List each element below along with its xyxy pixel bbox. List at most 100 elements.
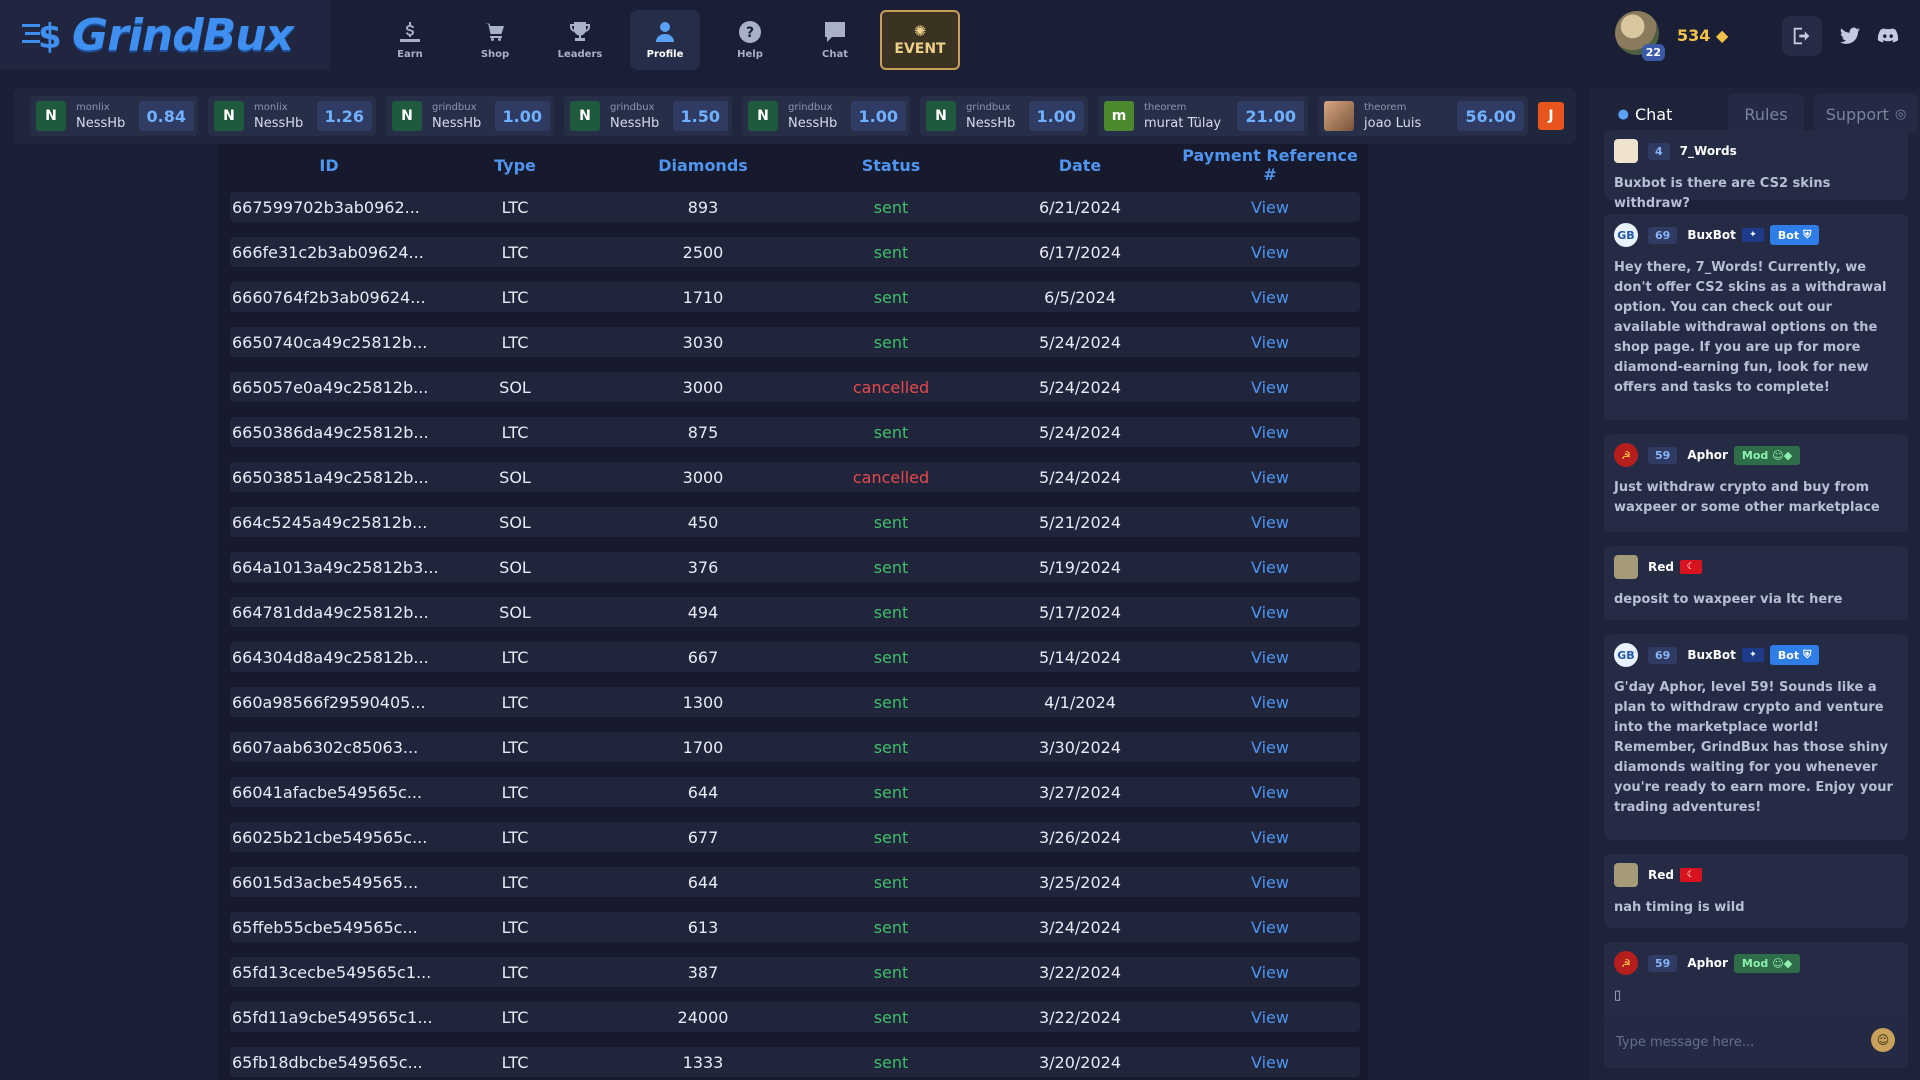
live-earnings-ticker: N monlix NessHb 0.84 N monlix NessHb 1.26 … — [14, 88, 1576, 144]
chat-avatar[interactable]: GB — [1614, 223, 1638, 247]
nav-shop[interactable]: Shop — [460, 10, 530, 70]
nav-earn[interactable]: Earn — [375, 10, 445, 70]
logout-button[interactable] — [1782, 16, 1822, 56]
ticker-source: grindbux — [432, 101, 477, 113]
view-link[interactable]: View — [1251, 513, 1289, 532]
withdrawal-diamonds: 24000 — [677, 1007, 729, 1027]
view-link[interactable]: View — [1251, 648, 1289, 667]
twitter-icon — [1839, 27, 1861, 44]
view-link[interactable]: View — [1251, 558, 1289, 577]
nav-help-label: Help — [737, 49, 763, 60]
withdrawal-status: sent — [873, 1052, 909, 1072]
chat-message: 4 7_Words Buxbot is there are CS2 skins wi… — [1604, 130, 1908, 211]
chat-avatar[interactable] — [1614, 555, 1638, 579]
ticker-avatar: N — [926, 101, 956, 131]
logo[interactable]: $ GrindBux — [0, 0, 330, 70]
withdrawal-diamonds: 1300 — [682, 692, 724, 712]
ticker-user: NessHb — [254, 115, 304, 131]
withdrawal-type: LTC — [501, 737, 529, 757]
col-payment-ref: Payment Reference # — [1182, 146, 1358, 184]
user-avatar[interactable]: 22 — [1615, 11, 1665, 61]
table-row: 666fe31c2b3ab09624... LTC 2500 sent 6/17/202… — [230, 237, 1360, 267]
chat-message: GB 69 BuxBot ✦ Bot ⛨ Hey there, 7_Words! Curre… — [1604, 214, 1908, 420]
withdrawal-diamonds: 376 — [687, 557, 719, 577]
nav-leaders[interactable]: Leaders — [545, 10, 615, 70]
chat-username[interactable]: Red — [1648, 560, 1674, 574]
withdrawal-diamonds: 3000 — [682, 467, 724, 487]
chat-message-text: Just withdraw crypto and buy from waxpee… — [1614, 480, 1880, 515]
chat-avatar[interactable]: GB — [1614, 643, 1638, 667]
chat-avatar[interactable] — [1614, 139, 1638, 163]
view-link[interactable]: View — [1251, 1053, 1289, 1072]
view-link[interactable]: View — [1251, 468, 1289, 487]
view-link[interactable]: View — [1251, 288, 1289, 307]
chat-message-header: ☭ 59 Aphor Mod ☺◆ — [1614, 951, 1898, 975]
withdrawal-diamonds: 644 — [687, 872, 719, 892]
view-link[interactable]: View — [1251, 783, 1289, 802]
view-link[interactable]: View — [1251, 738, 1289, 757]
withdrawal-type: LTC — [501, 422, 529, 442]
ticker-avatar: N — [214, 101, 244, 131]
tab-rules[interactable]: Rules — [1728, 94, 1804, 134]
chat-avatar[interactable]: ☭ — [1614, 951, 1638, 975]
australia-flag-icon: ✦ — [1741, 228, 1764, 242]
shield-icon: ⛨ — [1803, 648, 1812, 661]
diamond-icon: ◆ — [1715, 25, 1729, 45]
view-link[interactable]: View — [1251, 828, 1289, 847]
view-link[interactable]: View — [1251, 378, 1289, 397]
view-link[interactable]: View — [1251, 423, 1289, 442]
discord-button[interactable] — [1868, 16, 1908, 56]
withdrawal-date: 5/24/2024 — [1038, 422, 1122, 442]
chat-avatar[interactable]: ☭ — [1614, 443, 1638, 467]
view-link[interactable]: View — [1251, 333, 1289, 352]
chat-username[interactable]: Aphor — [1687, 448, 1728, 462]
chat-username[interactable]: Aphor — [1687, 956, 1728, 970]
view-link[interactable]: View — [1251, 873, 1289, 892]
withdrawal-status: sent — [873, 242, 909, 262]
table-row: 66503851a49c25812b... SOL 3000 cancelled 5/2… — [230, 462, 1360, 492]
withdrawal-date: 4/1/2024 — [1044, 692, 1116, 712]
badge-label: Bot — [1777, 648, 1800, 662]
tab-support[interactable]: Support ◎ — [1814, 94, 1918, 134]
chat-username[interactable]: 7_Words — [1680, 144, 1737, 158]
withdrawal-date: 3/26/2024 — [1038, 827, 1122, 847]
col-diamonds: Diamonds — [658, 155, 748, 175]
view-link[interactable]: View — [1251, 963, 1289, 982]
tab-rules-label: Rules — [1744, 104, 1788, 124]
withdrawal-status: sent — [873, 332, 909, 352]
chat-username[interactable]: Red — [1648, 868, 1674, 882]
twitter-button[interactable] — [1830, 16, 1870, 56]
nav-chat[interactable]: Chat — [800, 10, 870, 70]
user-icon — [656, 22, 674, 42]
chat-user-level: 4 — [1648, 142, 1670, 160]
emoji-button[interactable]: ☺ — [1871, 1028, 1895, 1052]
view-link[interactable]: View — [1251, 918, 1289, 937]
withdrawal-date: 5/24/2024 — [1038, 377, 1122, 397]
table-row: 66025b21cbe549565c... LTC 677 sent 3/26/2024… — [230, 822, 1360, 852]
chat-message-input[interactable] — [1604, 1016, 1908, 1068]
nav-help[interactable]: ? Help — [715, 10, 785, 70]
tab-chat[interactable]: ● Chat — [1600, 94, 1690, 134]
view-payment-link: View — [1180, 558, 1360, 577]
view-link[interactable]: View — [1251, 1008, 1289, 1027]
view-link[interactable]: View — [1251, 243, 1289, 262]
withdrawal-id: 6607aab6302c85063... — [232, 737, 419, 757]
chat-username[interactable]: BuxBot — [1687, 648, 1736, 662]
event-button[interactable]: ✺ EVENT — [880, 10, 960, 70]
view-link[interactable]: View — [1251, 603, 1289, 622]
view-link[interactable]: View — [1251, 198, 1289, 217]
nav-profile[interactable]: Profile — [630, 10, 700, 70]
view-link[interactable]: View — [1251, 693, 1289, 712]
ticker-item: N grindbux NessHb 1.00 — [742, 96, 910, 136]
withdrawal-date: 5/24/2024 — [1038, 332, 1122, 352]
table-header: ID Type Diamonds Status Date Payment Ref… — [230, 146, 1360, 184]
bot-badge: Bot ⛨ — [1769, 225, 1820, 245]
chat-message: ☭ 59 Aphor Mod ☺◆ Just withdraw crypto and bu… — [1604, 434, 1908, 532]
view-payment-link: View — [1180, 918, 1360, 937]
table-row: 6650386da49c25812b... LTC 875 sent 5/24/2024… — [230, 417, 1360, 447]
withdrawal-type: LTC — [501, 692, 529, 712]
withdrawal-date: 3/22/2024 — [1038, 1007, 1122, 1027]
withdrawal-diamonds: 893 — [687, 197, 719, 217]
chat-avatar[interactable] — [1614, 863, 1638, 887]
chat-username[interactable]: BuxBot — [1687, 228, 1736, 242]
